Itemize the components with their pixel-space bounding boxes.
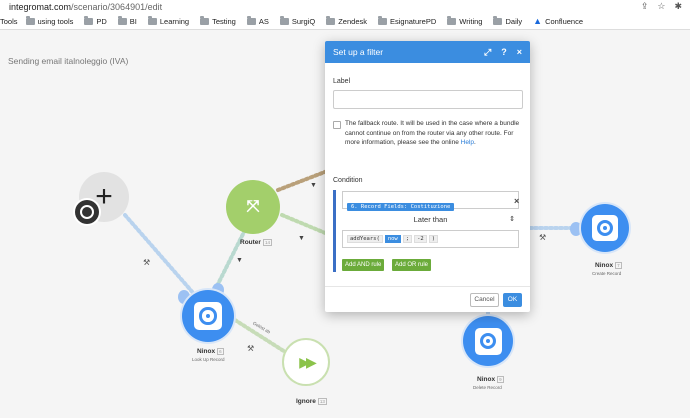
- ninox-icon: [592, 215, 618, 241]
- close-paren-pill[interactable]: ): [428, 235, 438, 243]
- router-module[interactable]: ⤧: [226, 180, 280, 234]
- now-pill[interactable]: now: [384, 235, 401, 243]
- connection-router-route2[interactable]: [280, 213, 332, 237]
- fast-forward-icon: ▶▶: [299, 353, 316, 370]
- ninox-icon: [474, 327, 502, 355]
- wrench-icon[interactable]: ⚒: [143, 258, 150, 267]
- add-and-rule-button[interactable]: Add AND rule: [342, 259, 385, 271]
- ignore-module[interactable]: ▶▶: [282, 338, 330, 386]
- condition-caption: Condition: [333, 177, 363, 184]
- add-or-rule-button[interactable]: Add OR rule: [392, 259, 432, 271]
- filter-icon[interactable]: ▼: [298, 235, 305, 242]
- ignore-label: Ignore 13: [296, 398, 327, 406]
- expand-icon[interactable]: ⤢: [484, 47, 491, 58]
- argument-pill[interactable]: -2: [414, 235, 427, 243]
- field-pill[interactable]: 6. Record Fields: Costituzione: [347, 203, 455, 211]
- ninox-icon: [193, 301, 223, 331]
- connection-router-route1[interactable]: [276, 168, 332, 192]
- router-icon: ⤧: [246, 198, 260, 215]
- condition-field-input[interactable]: 6. Record Fields: Costituzione: [342, 191, 519, 211]
- clock-icon[interactable]: [75, 200, 99, 224]
- ninox-create-label: Ninox 7: [595, 262, 622, 270]
- condition-group: 6. Record Fields: Costituzione Later tha…: [333, 190, 519, 272]
- function-pill[interactable]: addYears(: [347, 235, 383, 243]
- wrench-icon[interactable]: ⚒: [539, 233, 546, 242]
- fallback-checkbox[interactable]: [333, 121, 341, 129]
- help-link[interactable]: Help: [461, 139, 474, 146]
- fallback-description: The fallback route. It will be used in t…: [345, 120, 520, 146]
- select-arrows-icon: ⇕: [509, 216, 515, 223]
- dialog-title: Set up a filter: [333, 47, 384, 57]
- cancel-button[interactable]: Cancel: [470, 293, 499, 307]
- condition-value-input[interactable]: addYears( now ; -2 ): [342, 230, 519, 248]
- ok-button[interactable]: OK: [503, 293, 522, 307]
- ninox-delete-sub: Delete Record: [473, 385, 502, 390]
- ninox-lookup-sub: Look Up Record: [192, 357, 225, 362]
- remove-condition-icon[interactable]: ×: [514, 196, 519, 206]
- ninox-delete-label: Ninox 9: [477, 376, 504, 384]
- label-input[interactable]: [333, 90, 523, 109]
- operator-select[interactable]: Later than ⇕: [342, 212, 519, 227]
- ninox-delete-module[interactable]: [463, 316, 513, 366]
- filter-dialog: Set up a filter ⤢ ? × Label The fallback…: [325, 41, 530, 312]
- wrench-icon[interactable]: ⚒: [247, 344, 254, 353]
- close-icon[interactable]: ×: [517, 47, 522, 57]
- router-label: Router 14: [240, 239, 272, 247]
- ninox-lookup-module[interactable]: [182, 290, 234, 342]
- ninox-create-sub: Create Record: [592, 271, 622, 276]
- separator-pill[interactable]: ;: [402, 235, 413, 243]
- connection-trigger-lookup[interactable]: [123, 213, 197, 297]
- filter-icon[interactable]: ▼: [236, 257, 243, 264]
- help-icon[interactable]: ?: [501, 47, 507, 57]
- label-caption: Label: [333, 78, 351, 85]
- filter-icon[interactable]: ▼: [310, 182, 317, 189]
- dialog-header: Set up a filter ⤢ ? ×: [325, 41, 530, 63]
- ninox-lookup-label: Ninox 6: [197, 348, 224, 356]
- dialog-footer: Cancel OK: [325, 286, 530, 312]
- ninox-create-module[interactable]: [581, 204, 629, 252]
